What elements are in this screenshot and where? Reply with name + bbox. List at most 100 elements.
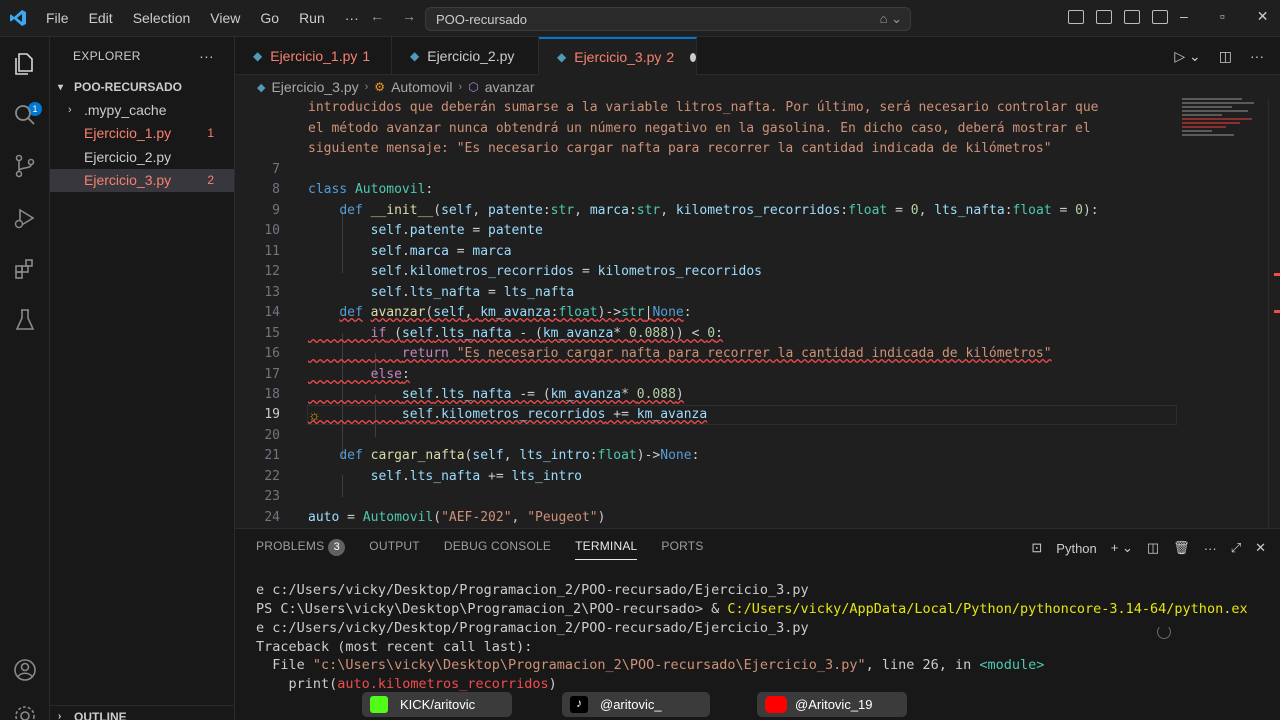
folder-label: POO-RECURSADO bbox=[74, 80, 183, 94]
code-line-11: self.marca = marca bbox=[370, 244, 512, 259]
file-label: Ejercicio_2.py bbox=[84, 148, 172, 165]
error-marker bbox=[1274, 273, 1280, 276]
more-actions-icon[interactable]: ··· bbox=[199, 48, 214, 64]
explorer-header: EXPLORER ··· bbox=[50, 37, 234, 75]
source-control-icon[interactable] bbox=[12, 153, 38, 179]
code-editor[interactable]: introducidos que deberán sumarse a la va… bbox=[235, 98, 1280, 528]
folder-poo-recursado[interactable]: ▾ POO-RECURSADO bbox=[50, 76, 234, 98]
youtube-icon bbox=[765, 696, 787, 713]
social-label: @aritovic_ bbox=[600, 697, 662, 712]
line-number: 9 bbox=[272, 203, 280, 218]
line-number: 24 bbox=[264, 510, 280, 525]
terminal-shell-icon[interactable]: ⊡ bbox=[1031, 540, 1042, 556]
code-line-22: self.lts_nafta += lts_intro bbox=[370, 469, 582, 484]
tab-ports[interactable]: PORTS bbox=[661, 539, 703, 560]
close-panel-icon[interactable]: ✕ bbox=[1255, 540, 1266, 556]
code-line-19: self.kilometros_recorridos += km_avanza bbox=[401, 407, 708, 422]
forward-arrow-icon[interactable]: → bbox=[402, 8, 416, 24]
tab-output[interactable]: OUTPUT bbox=[369, 539, 420, 560]
lightbulb-icon[interactable]: ☼ bbox=[308, 407, 321, 423]
tab-label: Ejercicio_2.py bbox=[427, 48, 515, 64]
code-line-15: if (self.lts_nafta - (km_avanza* 0.088))… bbox=[370, 326, 723, 341]
line-number: 11 bbox=[264, 244, 280, 259]
tab-label: Ejercicio_3.py bbox=[574, 49, 662, 65]
split-editor-icon[interactable]: ◫ bbox=[1219, 48, 1232, 65]
minimize-icon[interactable]: – bbox=[1180, 8, 1188, 25]
tab-ejercicio-3[interactable]: ◆ Ejercicio_3.py 2 bbox=[539, 37, 697, 75]
folder-mypy-cache[interactable]: › .mypy_cache bbox=[50, 98, 234, 122]
social-youtube: @Aritovic_19 bbox=[757, 692, 907, 717]
code-line-10: self.patente = patente bbox=[370, 223, 543, 238]
line-number: 10 bbox=[264, 223, 280, 238]
outline-section[interactable]: › OUTLINE bbox=[50, 705, 235, 720]
toggle-panel-icon[interactable] bbox=[1124, 10, 1140, 24]
close-icon[interactable]: ✕ bbox=[1257, 8, 1269, 25]
manage-gear-icon[interactable] bbox=[12, 703, 38, 720]
breadcrumb-file[interactable]: Ejercicio_3.py bbox=[271, 79, 358, 95]
tab-debug-console[interactable]: DEBUG CONSOLE bbox=[444, 539, 551, 560]
new-terminal-icon[interactable]: + ⌄ bbox=[1111, 540, 1133, 556]
chevron-down-icon: ▾ bbox=[58, 81, 64, 93]
social-label: KICK/aritovic bbox=[400, 697, 476, 712]
line-number: 21 bbox=[264, 448, 280, 463]
menu-edit[interactable]: Edit bbox=[79, 10, 123, 26]
search-icon[interactable] bbox=[12, 102, 38, 128]
explorer-title: EXPLORER bbox=[73, 49, 141, 63]
run-python-icon[interactable]: ▷ ⌄ bbox=[1174, 48, 1200, 65]
split-terminal-icon[interactable]: ◫ bbox=[1147, 540, 1159, 556]
line-number: 13 bbox=[264, 285, 280, 300]
toggle-secondary-sidebar-icon[interactable] bbox=[1152, 10, 1168, 24]
kick-icon bbox=[370, 696, 388, 713]
customize-layout-icon[interactable] bbox=[1068, 10, 1084, 24]
code-line-13: self.lts_nafta = lts_nafta bbox=[370, 285, 575, 300]
copilot-icon[interactable]: ⌂ ⌄ bbox=[880, 11, 902, 27]
menu-selection[interactable]: Selection bbox=[123, 10, 201, 26]
menu-view[interactable]: View bbox=[200, 10, 250, 26]
file-ejercicio-2[interactable]: Ejercicio_2.py bbox=[50, 145, 234, 169]
menu-run[interactable]: Run bbox=[289, 10, 335, 26]
minimap[interactable] bbox=[1182, 98, 1262, 158]
breadcrumb-method[interactable]: avanzar bbox=[485, 79, 535, 95]
unsaved-dot-icon[interactable] bbox=[690, 52, 696, 62]
file-label: Ejercicio_3.py bbox=[84, 172, 172, 189]
menu-more[interactable]: ··· bbox=[335, 10, 369, 26]
tiktok-icon: ♪ bbox=[570, 696, 588, 713]
menu-go[interactable]: Go bbox=[250, 10, 289, 26]
back-arrow-icon[interactable]: ← bbox=[370, 8, 384, 24]
terminal-line: Traceback (most recent call last): bbox=[256, 639, 533, 655]
account-icon[interactable] bbox=[12, 657, 38, 683]
testing-icon[interactable] bbox=[12, 307, 38, 333]
layout-controls bbox=[1068, 10, 1168, 24]
tab-ejercicio-2[interactable]: ◆ Ejercicio_2.py bbox=[392, 37, 539, 75]
tab-terminal[interactable]: TERMINAL bbox=[575, 539, 638, 560]
chevron-right-icon: › bbox=[68, 103, 72, 116]
explorer-icon[interactable] bbox=[12, 51, 38, 77]
kill-terminal-icon[interactable]: 🗑 bbox=[1173, 540, 1190, 556]
file-label: Ejercicio_1.py bbox=[84, 125, 172, 142]
breadcrumb-class[interactable]: Automovil bbox=[391, 79, 452, 95]
maximize-panel-icon[interactable]: ⤢ bbox=[1231, 540, 1241, 556]
line-number: 8 bbox=[272, 182, 280, 197]
tab-problems[interactable]: PROBLEMS 3 bbox=[256, 539, 346, 560]
vertical-scrollbar[interactable] bbox=[1268, 98, 1280, 528]
file-ejercicio-3[interactable]: Ejercicio_3.py 2 bbox=[50, 168, 234, 192]
extensions-icon[interactable] bbox=[12, 256, 38, 282]
more-actions-icon[interactable]: ··· bbox=[1250, 48, 1264, 65]
explorer-sidebar: EXPLORER ··· ▾ POO-RECURSADO › .mypy_cac… bbox=[50, 37, 235, 720]
run-debug-icon[interactable] bbox=[12, 205, 38, 231]
command-center[interactable]: POO-recursado ⌂ ⌄ bbox=[425, 7, 911, 31]
menu-file[interactable]: File bbox=[36, 10, 79, 26]
maximize-icon[interactable]: ▫ bbox=[1220, 8, 1225, 25]
terminal-shell-label[interactable]: Python bbox=[1056, 541, 1096, 556]
terminal-line: File "c:\Users\vicky\Desktop\Programacio… bbox=[256, 657, 1045, 673]
file-ejercicio-1[interactable]: Ejercicio_1.py 1 bbox=[50, 122, 234, 146]
docstring-line: el método avanzar nunca obtendrá un núme… bbox=[308, 121, 1091, 136]
tab-problem-count: 1 bbox=[362, 48, 371, 64]
title-bar: File Edit Selection View Go Run ··· ← → … bbox=[0, 0, 1280, 37]
error-marker bbox=[1274, 310, 1280, 313]
more-actions-icon[interactable]: ··· bbox=[1204, 541, 1217, 556]
file-label: .mypy_cache bbox=[84, 101, 167, 118]
python-file-icon: ◆ bbox=[253, 49, 263, 63]
tab-ejercicio-1[interactable]: ◆ Ejercicio_1.py 1 bbox=[235, 37, 392, 75]
toggle-sidebar-icon[interactable] bbox=[1096, 10, 1112, 24]
